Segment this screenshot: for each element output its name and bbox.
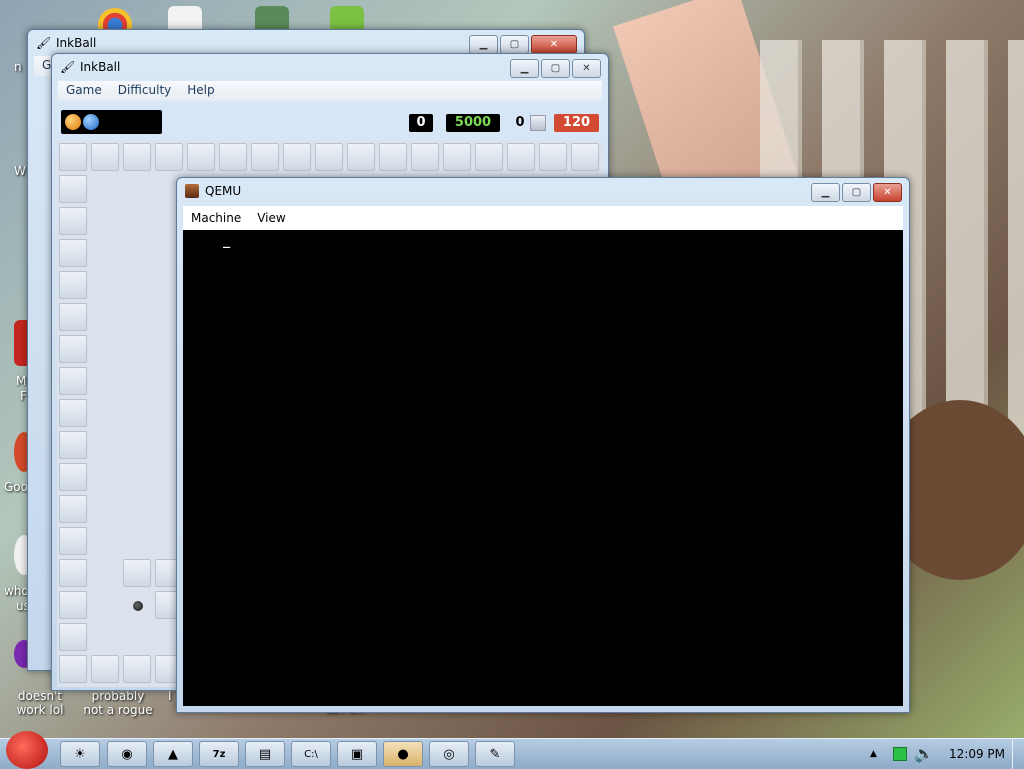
wall-tile — [59, 271, 87, 299]
wall-tile — [251, 143, 279, 171]
wall-tile — [443, 143, 471, 171]
tray-volume-icon[interactable]: 🔈 — [914, 744, 934, 763]
minimize-button[interactable]: ▁ — [811, 183, 840, 202]
start-orb[interactable] — [6, 731, 48, 769]
wall-tile — [379, 143, 407, 171]
wall-tile — [123, 559, 151, 587]
taskbar: ☀ ◉ ▲ 7z ▤ C:\ ▣ ● ◎ ✎ ▲ 🔈 12:09 PM — [0, 731, 1024, 769]
desktop-label-who[interactable]: who — [4, 584, 29, 598]
maximize-button[interactable]: ▢ — [500, 35, 529, 54]
wall-tile — [59, 143, 87, 171]
wall-tile — [507, 143, 535, 171]
orange-ball-icon — [65, 114, 81, 130]
wall-tile — [123, 655, 151, 683]
taskbar-chrome[interactable]: ◉ — [107, 741, 147, 767]
taskbar-weather[interactable]: ☀ — [60, 741, 100, 767]
show-desktop-button[interactable] — [1012, 739, 1024, 769]
menu-machine[interactable]: Machine — [183, 209, 249, 227]
wall-tile — [59, 431, 87, 459]
qemu-title: QEMU — [205, 184, 242, 198]
desktop-label-probably-not[interactable]: probably not a rogue — [80, 689, 156, 717]
taskbar-tool[interactable]: ▲ — [153, 741, 193, 767]
qemu-titlebar[interactable]: QEMU ▁ ▢ ✕ — [177, 178, 909, 206]
qemu-menubar: Machine View — [183, 206, 903, 230]
wall-tile — [59, 303, 87, 331]
wall-tile — [59, 367, 87, 395]
tray-expand-icon[interactable]: ▲ — [870, 749, 877, 759]
wall-tile — [315, 143, 343, 171]
wall-tile — [91, 655, 119, 683]
desktop-label-i[interactable]: I — [168, 689, 172, 703]
wall-tile — [539, 143, 567, 171]
tray-clock[interactable]: 12:09 PM — [949, 747, 1005, 761]
wall-tile — [219, 143, 247, 171]
wall-tile — [59, 591, 87, 619]
wall-tile — [155, 143, 183, 171]
wall-tile — [59, 463, 87, 491]
wall-tile — [475, 143, 503, 171]
wall-tile — [59, 335, 87, 363]
desktop-label-goo[interactable]: Goo — [4, 480, 28, 494]
wall-tile — [59, 559, 87, 587]
menu-help[interactable]: Help — [179, 81, 222, 101]
wall-tile — [347, 143, 375, 171]
score-balls: 0 — [515, 115, 525, 130]
maximize-button[interactable]: ▢ — [842, 183, 871, 202]
wall-tile — [411, 143, 439, 171]
ball-count-icon — [530, 115, 546, 131]
inkball-brush-icon: 🖌 — [60, 60, 76, 74]
desktop-label-n[interactable]: n — [14, 60, 22, 74]
minimize-button[interactable]: ▁ — [469, 35, 498, 54]
taskbar-inkball[interactable]: ✎ — [475, 741, 515, 767]
wall-tile — [91, 143, 119, 171]
wall-tile — [571, 143, 599, 171]
desktop-label-f[interactable]: F — [20, 389, 27, 403]
inkball-titlebar[interactable]: 🖌 InkBall ▁ ▢ ✕ — [52, 54, 608, 82]
menu-difficulty[interactable]: Difficulty — [110, 81, 180, 101]
wall-tile — [59, 175, 87, 203]
minimize-button[interactable]: ▁ — [510, 59, 539, 78]
qemu-icon — [185, 184, 199, 198]
taskbar-7zip[interactable]: 7z — [199, 741, 239, 767]
score-points: 5000 — [446, 114, 500, 132]
taskbar-cmd[interactable]: C:\ — [291, 741, 331, 767]
close-button[interactable]: ✕ — [531, 35, 577, 54]
inkball-menubar: Game Difficulty Help — [58, 81, 602, 101]
wall-tile — [283, 143, 311, 171]
inkball-back-title: InkBall — [56, 36, 97, 50]
wall-tile — [59, 495, 87, 523]
menu-game[interactable]: Game — [58, 81, 110, 101]
tray-network-icon[interactable] — [893, 747, 907, 761]
qemu-console[interactable]: _ — [183, 230, 903, 706]
taskbar-qemu[interactable]: ● — [383, 741, 423, 767]
hole-icon — [133, 601, 143, 611]
wall-tile — [59, 239, 87, 267]
wall-tile — [59, 207, 87, 235]
wall-tile — [59, 399, 87, 427]
close-button[interactable]: ✕ — [873, 183, 902, 202]
wall-tile — [123, 143, 151, 171]
desktop-label-m[interactable]: M — [16, 374, 26, 388]
menu-view[interactable]: View — [249, 209, 293, 227]
inkball-brush-icon: 🖌 — [36, 36, 52, 50]
desktop-label-doesnt-work[interactable]: doesn't work lol — [4, 689, 76, 717]
wall-tile — [59, 623, 87, 651]
qemu-window[interactable]: QEMU ▁ ▢ ✕ Machine View _ — [176, 177, 910, 713]
timer: 120 — [554, 114, 599, 132]
maximize-button[interactable]: ▢ — [541, 59, 570, 78]
ball-queue — [61, 110, 162, 134]
inkball-title: InkBall — [80, 60, 121, 74]
close-button[interactable]: ✕ — [572, 59, 601, 78]
wall-tile — [59, 655, 87, 683]
ball-hole — [124, 592, 152, 620]
wall-tile — [59, 527, 87, 555]
score-left: 0 — [409, 114, 433, 132]
console-cursor: _ — [223, 234, 231, 248]
desktop-label-w[interactable]: W — [14, 164, 26, 178]
taskbar-media[interactable]: ◎ — [429, 741, 469, 767]
taskbar-notepad[interactable]: ▤ — [245, 741, 285, 767]
taskbar-toolbox[interactable]: ▣ — [337, 741, 377, 767]
wall-tile — [187, 143, 215, 171]
blue-ball-icon — [83, 114, 99, 130]
